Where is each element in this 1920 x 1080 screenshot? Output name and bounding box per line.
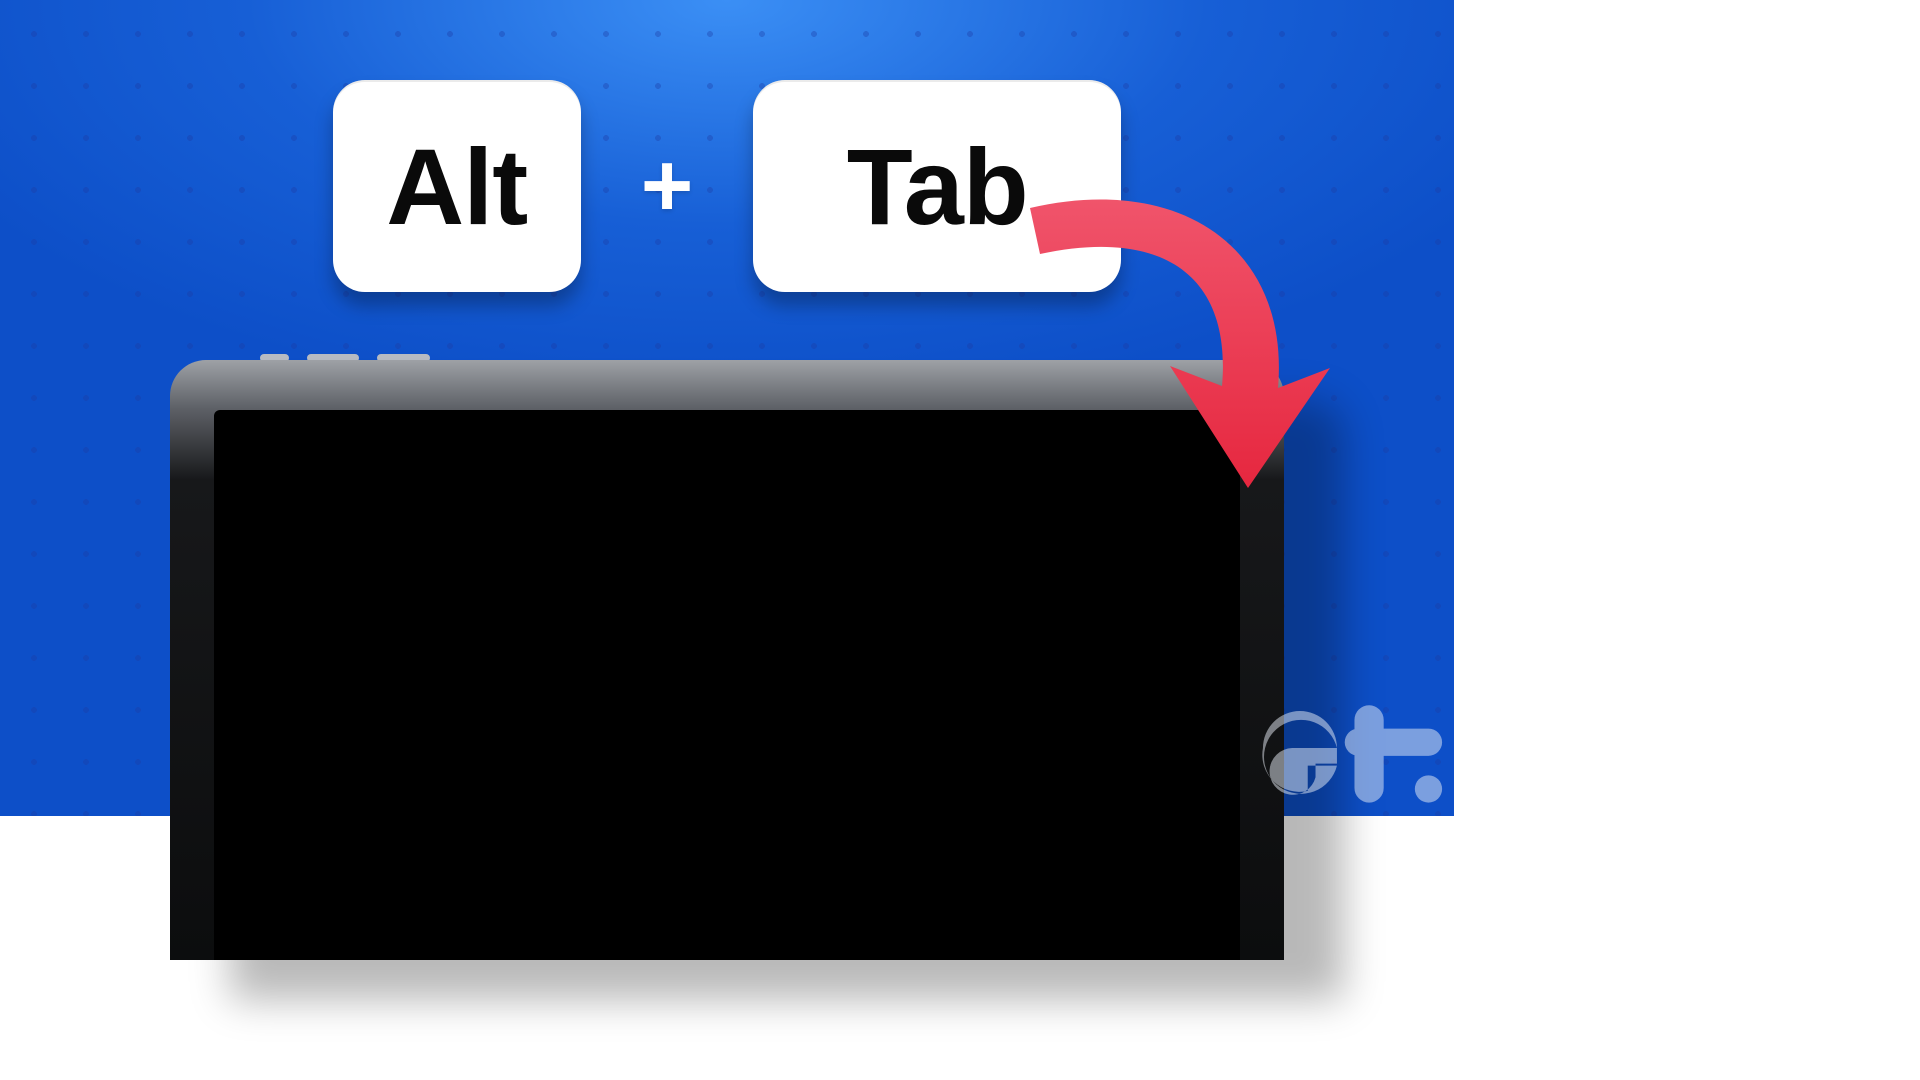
- illustration-canvas: Alt + Tab: [0, 0, 1454, 816]
- tab-key: Tab: [753, 80, 1121, 292]
- tab-key-label: Tab: [847, 124, 1028, 249]
- gt-logo-icon: [1261, 690, 1446, 810]
- plus-symbol: +: [641, 135, 694, 238]
- alt-key-label: Alt: [386, 124, 527, 249]
- shortcut-key-row: Alt + Tab: [0, 80, 1454, 292]
- device-display: [170, 360, 1284, 960]
- alt-key: Alt: [333, 80, 581, 292]
